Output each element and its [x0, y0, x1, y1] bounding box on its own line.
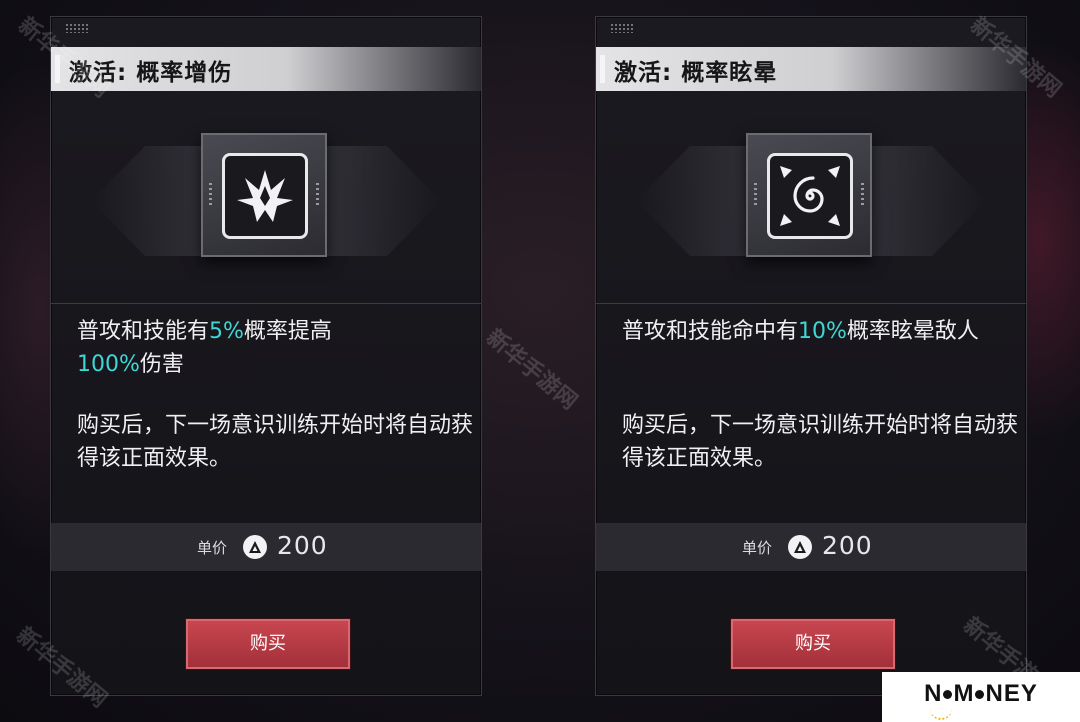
- card-title-bar: 激活: 概率眩晕: [596, 47, 1026, 91]
- buy-button[interactable]: 购买: [731, 619, 895, 669]
- price-label: 单价: [742, 539, 773, 557]
- corner-dots-decoration: [65, 23, 89, 33]
- price-label: 单价: [197, 539, 228, 557]
- buff-icon-frame: [201, 133, 327, 257]
- chevron-left-decoration: [636, 146, 756, 256]
- chance-value: 5%: [209, 319, 244, 344]
- purchase-note: 购买后，下一场意识训练开始时将自动获得该正面效果。: [622, 413, 1019, 471]
- separator: [51, 303, 481, 304]
- chevron-right-decoration: [321, 146, 441, 256]
- title-marker: [600, 55, 605, 83]
- currency-icon: [243, 535, 267, 559]
- purchase-note: 购买后，下一场意识训练开始时将自动获得该正面效果。: [77, 413, 474, 471]
- price-bar: 单价 200: [51, 523, 481, 571]
- buff-icon-frame: [746, 133, 872, 257]
- icon-area: [51, 91, 481, 301]
- buy-button[interactable]: 购买: [186, 619, 350, 669]
- price-bar: 单价 200: [596, 523, 1026, 571]
- corner-dots-decoration: [610, 23, 634, 33]
- nomoney-logo: N M NEY: [882, 672, 1080, 722]
- chevron-right-decoration: [866, 146, 986, 256]
- buff-card-damage: 激活: 概率增伤 普攻和技能有5%概率提高 100%伤害 购买后，下一场意识训练…: [50, 16, 482, 696]
- icon-area: [596, 91, 1026, 301]
- damage-value: 100%: [77, 352, 140, 377]
- price-value: 200: [277, 531, 328, 560]
- chevron-left-decoration: [91, 146, 211, 256]
- buff-card-stun: 激活: 概率眩晕 普攻和技能命中有10%概率眩晕敌人 购买后，下一场意识训练开始…: [595, 16, 1027, 696]
- card-title-bar: 激活: 概率增伤: [51, 47, 481, 91]
- price-value: 200: [822, 531, 873, 560]
- chance-value: 10%: [798, 319, 847, 344]
- separator: [596, 303, 1026, 304]
- burst-crown-icon: [237, 170, 293, 222]
- card-title: 激活: 概率眩晕: [614, 60, 778, 86]
- buff-description: 普攻和技能有5%概率提高 100%伤害: [77, 319, 332, 377]
- spiral-stun-icon: [780, 166, 840, 226]
- buff-description: 普攻和技能命中有10%概率眩晕敌人: [622, 319, 979, 344]
- watermark: 新华手游网: [481, 324, 582, 415]
- currency-icon: [788, 535, 812, 559]
